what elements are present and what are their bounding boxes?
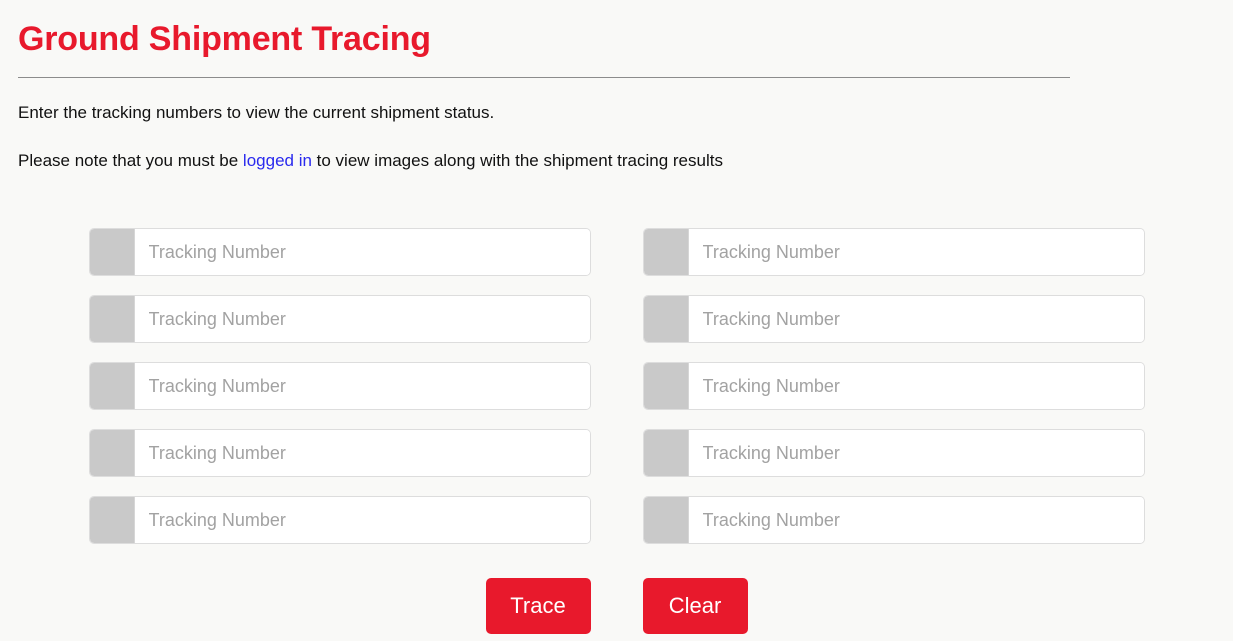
tracking-row: [0, 362, 1233, 410]
tracking-input-4[interactable]: [134, 430, 590, 476]
page-title: Ground Shipment Tracing: [18, 20, 431, 58]
tracking-input-9[interactable]: [688, 430, 1144, 476]
tracking-row: [0, 496, 1233, 544]
tracking-input-group-10[interactable]: [642, 496, 1145, 544]
tracking-input-group-5[interactable]: [88, 496, 591, 544]
tracking-input-5[interactable]: [134, 497, 590, 543]
login-note-suffix: to view images along with the shipment t…: [311, 151, 723, 170]
package-icon: [89, 229, 135, 275]
package-icon: [89, 430, 135, 476]
intro-instruction: Enter the tracking numbers to view the c…: [18, 103, 495, 122]
tracking-input-group-9[interactable]: [642, 429, 1145, 477]
tracking-input-10[interactable]: [688, 497, 1144, 543]
tracking-input-group-1[interactable]: [88, 228, 591, 276]
tracking-input-group-6[interactable]: [642, 228, 1145, 276]
tracking-input-7[interactable]: [688, 296, 1144, 342]
tracking-row: [0, 295, 1233, 343]
tracing-page: Ground Shipment Tracing Enter the tracki…: [0, 0, 1233, 641]
package-icon: [643, 296, 689, 342]
form-actions: Trace Clear: [0, 578, 1233, 634]
tracking-input-group-7[interactable]: [642, 295, 1145, 343]
tracking-input-group-8[interactable]: [642, 362, 1145, 410]
tracking-input-1[interactable]: [134, 229, 590, 275]
tracking-number-grid: [0, 228, 1233, 544]
tracking-row: [0, 228, 1233, 276]
tracking-input-3[interactable]: [134, 363, 590, 409]
clear-button[interactable]: Clear: [642, 578, 748, 634]
tracking-row: [0, 429, 1233, 477]
tracking-input-group-3[interactable]: [88, 362, 591, 410]
intro-login-note: Please note that you must be logged in t…: [18, 124, 1215, 172]
package-icon: [89, 363, 135, 409]
package-icon: [89, 296, 135, 342]
package-icon: [89, 497, 135, 543]
tracking-input-group-4[interactable]: [88, 429, 591, 477]
trace-button[interactable]: Trace: [485, 578, 591, 634]
package-icon: [643, 497, 689, 543]
login-note-prefix: Please note that you must be: [18, 151, 243, 170]
logged-in-link[interactable]: logged in: [243, 151, 312, 170]
package-icon: [643, 229, 689, 275]
tracking-input-group-2[interactable]: [88, 295, 591, 343]
tracking-input-8[interactable]: [688, 363, 1144, 409]
package-icon: [643, 430, 689, 476]
tracking-input-2[interactable]: [134, 296, 590, 342]
tracking-input-6[interactable]: [688, 229, 1144, 275]
package-icon: [643, 363, 689, 409]
